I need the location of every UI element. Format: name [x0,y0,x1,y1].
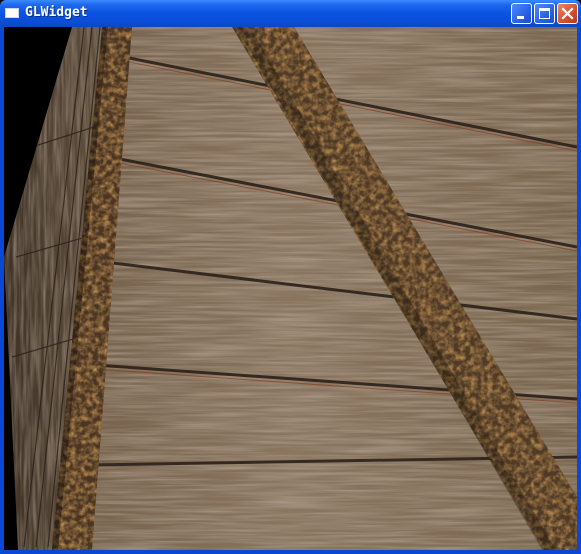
window-icon[interactable] [5,8,19,18]
close-icon [561,7,574,20]
minimize-icon [517,16,524,19]
maximize-icon [539,8,550,19]
close-button[interactable] [557,3,578,24]
gl-viewport[interactable] [4,27,577,550]
glwidget-window: GLWidget [0,0,581,554]
minimize-button[interactable] [511,3,532,24]
maximize-button[interactable] [534,3,555,24]
window-title: GLWidget [25,5,88,20]
textured-crate-scene [4,27,577,550]
title-bar[interactable]: GLWidget [0,0,581,27]
